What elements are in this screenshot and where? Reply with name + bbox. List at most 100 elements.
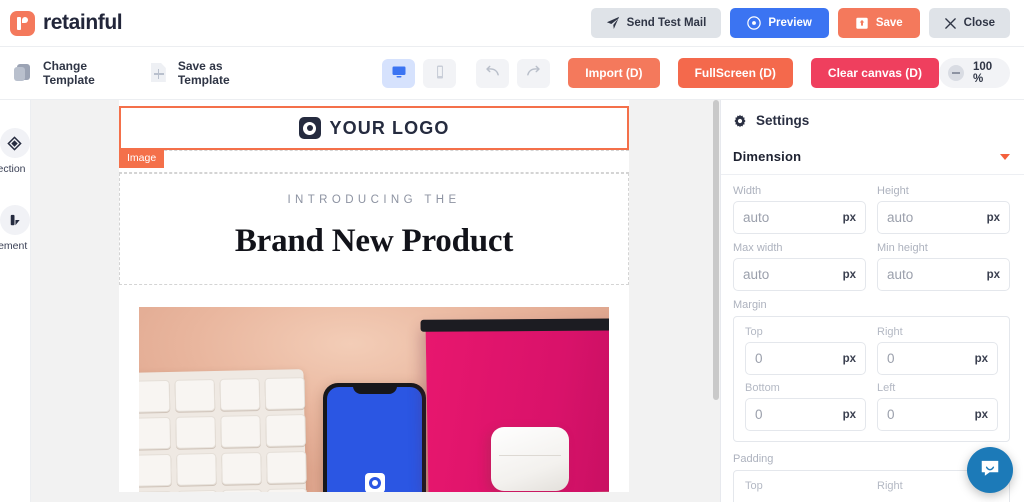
field-box-min-height[interactable]: px — [877, 258, 1010, 291]
height-input[interactable] — [887, 210, 987, 225]
padding-row-1: Top Right — [745, 480, 998, 496]
margin-group: Top px Right px — [733, 316, 1010, 442]
device-desktop-button[interactable] — [382, 58, 416, 88]
rail-item-element[interactable]: Element — [0, 205, 30, 252]
logo-image-block[interactable]: YOUR LOGO — [119, 106, 629, 150]
left-rail: Section Element — [0, 100, 31, 502]
field-box-height[interactable]: px — [877, 201, 1010, 234]
brand-name: retainful — [43, 11, 123, 34]
chat-bubble-icon — [979, 457, 1001, 484]
margin-top-input[interactable] — [755, 351, 843, 366]
import-button[interactable]: Import (D) — [568, 58, 660, 88]
field-margin-right: Right px — [877, 326, 998, 375]
toolbar-center-controls: Import (D) FullScreen (D) Clear canvas (… — [382, 58, 939, 88]
document-plus-icon — [149, 62, 169, 84]
margin-left-input[interactable] — [887, 407, 975, 422]
unit-margin-right: px — [974, 352, 988, 365]
top-bar: retainful Send Test Mail Preview Save Cl… — [0, 0, 1024, 47]
field-label-margin-bottom: Bottom — [745, 382, 780, 394]
photo-earbuds-case — [491, 427, 569, 491]
zoom-out-icon[interactable] — [947, 65, 964, 81]
width-input[interactable] — [743, 210, 843, 225]
product-image-block[interactable]: ACME — [119, 307, 629, 492]
field-label-min-height: Min height — [877, 242, 928, 254]
rail-item-section[interactable]: Section — [0, 128, 30, 175]
rail-label-section: Section — [0, 163, 26, 175]
field-box-margin-right[interactable]: px — [877, 342, 998, 375]
field-box-max-width[interactable]: px — [733, 258, 866, 291]
redo-button[interactable] — [517, 58, 551, 88]
undo-icon — [484, 63, 501, 83]
photo-keyboard — [139, 369, 308, 492]
chat-launcher-button[interactable] — [967, 447, 1013, 493]
min-height-input[interactable] — [887, 267, 987, 282]
margin-bottom-input[interactable] — [755, 407, 843, 422]
dimension-row-1: Width px Height px — [733, 185, 1010, 234]
unit-height: px — [986, 211, 1000, 224]
mobile-icon — [432, 64, 448, 83]
field-min-height: Min height px — [877, 242, 1010, 291]
field-box-width[interactable]: px — [733, 201, 866, 234]
fullscreen-button[interactable]: FullScreen (D) — [677, 58, 793, 88]
selection-type-badge: Image — [119, 150, 165, 168]
field-label-height: Height — [877, 185, 909, 197]
save-label: Save — [875, 17, 903, 29]
headline-text: Brand New Product — [234, 223, 514, 259]
retainful-mark-icon — [10, 10, 35, 36]
send-test-mail-button[interactable]: Send Test Mail — [590, 8, 722, 38]
aperture-logo-icon — [298, 117, 321, 139]
keyboard-keys — [139, 377, 308, 492]
field-margin-top: Top px — [745, 326, 866, 375]
device-mobile-button[interactable] — [423, 58, 457, 88]
canvas-scrollbar-thumb[interactable] — [713, 100, 719, 400]
field-max-width: Max width px — [733, 242, 866, 291]
field-label-max-width: Max width — [733, 242, 783, 254]
field-label-margin-right: Right — [877, 326, 903, 338]
zoom-control[interactable]: 100 % — [938, 58, 1010, 88]
dimension-section-header[interactable]: Dimension — [721, 141, 1024, 175]
settings-title: Settings — [756, 113, 810, 128]
change-template-button[interactable]: Change Template — [14, 59, 121, 87]
aperture-logo-icon — [364, 473, 385, 492]
field-box-margin-top[interactable]: px — [745, 342, 866, 375]
dimension-section-title: Dimension — [733, 149, 802, 164]
preview-button[interactable]: Preview — [730, 8, 829, 38]
undo-button[interactable] — [476, 58, 510, 88]
field-margin-left: Left px — [877, 382, 998, 431]
email-builder-app: retainful Send Test Mail Preview Save Cl… — [0, 0, 1024, 502]
brand-logo[interactable]: retainful — [0, 10, 123, 36]
eye-icon — [747, 16, 762, 30]
max-width-input[interactable] — [743, 267, 843, 282]
clear-canvas-button[interactable]: Clear canvas (D) — [810, 58, 939, 88]
heading-text-block[interactable]: INTRODUCING THE Brand New Product — [119, 173, 629, 285]
phone-notch — [352, 383, 397, 394]
field-box-margin-left[interactable]: px — [877, 398, 998, 431]
dimension-row-2: Max width px Min height px — [733, 242, 1010, 291]
settings-header: Settings — [721, 100, 1024, 141]
settings-panel: Settings Dimension Width px Height — [720, 100, 1024, 502]
close-label: Close — [963, 17, 995, 29]
caret-down-icon[interactable] — [1000, 153, 1010, 160]
editor-toolbar: Change Template Save as Template Import … — [0, 47, 1024, 100]
paper-plane-icon — [606, 16, 620, 30]
save-button[interactable]: Save — [837, 8, 920, 38]
logo-text: YOUR LOGO — [329, 117, 450, 138]
photo-smartphone: ACME — [323, 383, 426, 492]
save-as-template-button[interactable]: Save as Template — [149, 59, 256, 87]
gear-icon — [733, 114, 747, 128]
preview-label: Preview — [768, 17, 812, 29]
margin-group-label: Margin — [733, 299, 767, 311]
desktop-icon — [391, 64, 407, 83]
field-box-margin-bottom[interactable]: px — [745, 398, 866, 431]
rail-label-element: Element — [0, 240, 28, 252]
send-test-mail-label: Send Test Mail — [626, 17, 707, 29]
close-button[interactable]: Close — [928, 8, 1010, 38]
email-canvas[interactable]: YOUR LOGO Image INTRODUCING THE Brand Ne… — [31, 100, 712, 502]
diamond-icon — [0, 128, 30, 158]
unit-width: px — [842, 211, 856, 224]
unit-max-width: px — [842, 268, 856, 281]
email-document: YOUR LOGO Image INTRODUCING THE Brand Ne… — [119, 100, 629, 492]
canvas-gap-row — [119, 285, 629, 307]
margin-right-input[interactable] — [887, 351, 975, 366]
template-stack-icon — [14, 63, 34, 83]
